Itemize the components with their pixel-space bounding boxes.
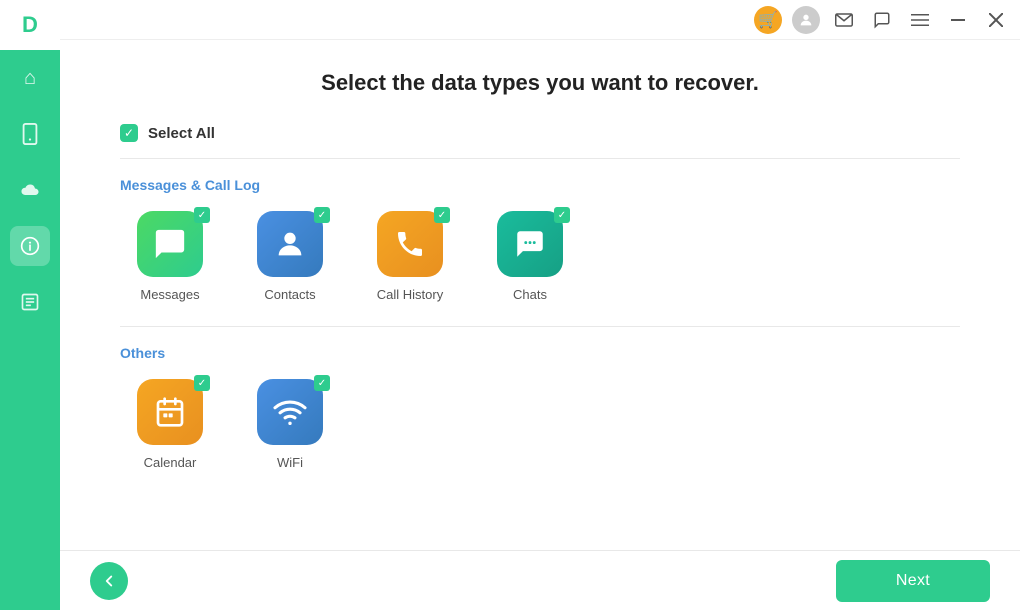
section-label-messages: Messages & Call Log — [120, 177, 960, 193]
calendar-label: Calendar — [144, 455, 197, 470]
sidebar-item-info[interactable] — [10, 226, 50, 266]
messages-checkbox[interactable]: ✓ — [194, 207, 210, 223]
messages-label: Messages — [140, 287, 199, 302]
chats-label: Chats — [513, 287, 547, 302]
app-container: 🛒 Select the data types you want to reco… — [60, 0, 1020, 610]
chats-icon — [497, 211, 563, 277]
data-item-messages[interactable]: ✓ Messages — [120, 211, 220, 302]
title-bar-icons: 🛒 — [754, 6, 1010, 34]
select-all-label: Select All — [148, 125, 215, 142]
callhistory-label: Call History — [377, 287, 443, 302]
bottom-bar: Next — [60, 550, 1020, 610]
wifi-icon — [257, 379, 323, 445]
select-all-checkbox[interactable]: ✓ — [120, 124, 138, 142]
calendar-checkbox[interactable]: ✓ — [194, 375, 210, 391]
section-divider-mid — [120, 326, 960, 327]
data-item-callhistory[interactable]: ✓ Call History — [360, 211, 460, 302]
data-item-chats[interactable]: ✓ Chats — [480, 211, 580, 302]
wifi-label: WiFi — [277, 455, 303, 470]
sidebar-item-cloud[interactable] — [10, 170, 50, 210]
page-title: Select the data types you want to recove… — [120, 70, 960, 96]
back-button[interactable] — [90, 562, 128, 600]
close-icon[interactable] — [982, 6, 1010, 34]
contacts-icon — [257, 211, 323, 277]
messages-calllog-grid: ✓ Messages ✓ Contacts ✓ Call History — [120, 211, 960, 302]
cart-icon[interactable]: 🛒 — [754, 6, 782, 34]
data-item-calendar[interactable]: ✓ Calendar — [120, 379, 220, 470]
sidebar-item-home[interactable]: ⌂ — [10, 58, 50, 98]
callhistory-icon — [377, 211, 443, 277]
main-content: Select the data types you want to recove… — [60, 40, 1020, 550]
data-item-contacts[interactable]: ✓ Contacts — [240, 211, 340, 302]
profile-icon[interactable] — [792, 6, 820, 34]
calendar-icon — [137, 379, 203, 445]
minimize-icon[interactable] — [944, 6, 972, 34]
callhistory-checkbox[interactable]: ✓ — [434, 207, 450, 223]
chat-icon[interactable] — [868, 6, 896, 34]
app-logo: D — [0, 0, 60, 50]
next-button[interactable]: Next — [836, 560, 990, 602]
section-label-others: Others — [120, 345, 960, 361]
data-item-wifi[interactable]: ✓ WiFi — [240, 379, 340, 470]
sidebar-item-device[interactable] — [10, 114, 50, 154]
select-all-row[interactable]: ✓ Select All — [120, 124, 960, 142]
contacts-label: Contacts — [264, 287, 315, 302]
wifi-checkbox[interactable]: ✓ — [314, 375, 330, 391]
title-bar: 🛒 — [60, 0, 1020, 40]
mail-icon[interactable] — [830, 6, 858, 34]
sidebar-item-files[interactable] — [10, 282, 50, 322]
contacts-checkbox[interactable]: ✓ — [314, 207, 330, 223]
sidebar: D ⌂ — [0, 0, 60, 610]
menu-icon[interactable] — [906, 6, 934, 34]
section-divider-top — [120, 158, 960, 159]
messages-icon — [137, 211, 203, 277]
others-grid: ✓ Calendar ✓ WiFi — [120, 379, 960, 470]
chats-checkbox[interactable]: ✓ — [554, 207, 570, 223]
